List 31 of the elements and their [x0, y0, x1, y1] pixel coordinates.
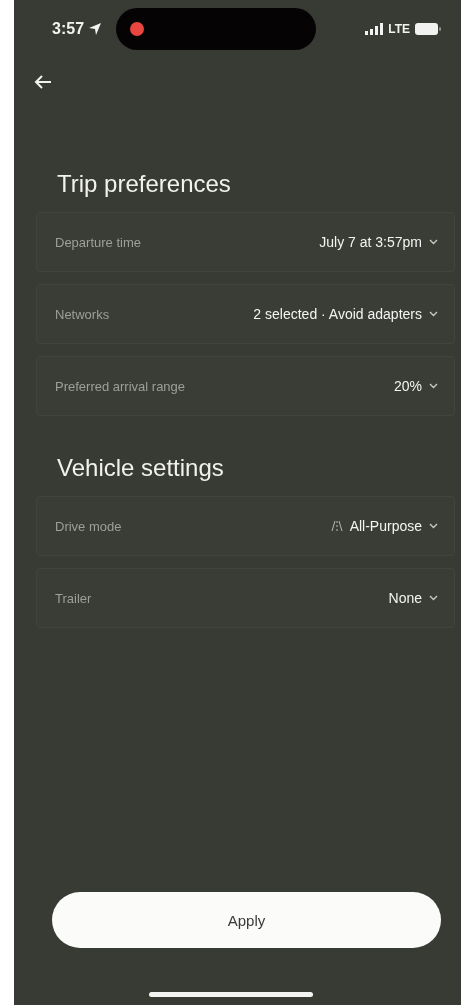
- section-heading: Vehicle settings: [57, 454, 225, 482]
- chevron-down-icon: [429, 311, 438, 317]
- apply-button[interactable]: Apply: [52, 892, 441, 948]
- setting-label: Departure time: [55, 234, 141, 250]
- setting-row[interactable]: Drive mode All-Purpose: [36, 496, 455, 556]
- setting-value: 2 selected · Avoid adapters: [253, 306, 422, 322]
- setting-row[interactable]: Departure time July 7 at 3:57pm: [36, 212, 455, 272]
- signal-icon: [365, 23, 384, 35]
- clock-time: 3:57: [52, 20, 85, 38]
- setting-label: Drive mode: [55, 518, 122, 534]
- setting-value: All-Purpose: [349, 518, 422, 534]
- setting-row[interactable]: Trailer None: [36, 568, 455, 628]
- setting-value: 20%: [393, 378, 422, 394]
- setting-value: None: [388, 590, 422, 606]
- chevron-down-icon: [429, 523, 438, 529]
- setting-value: July 7 at 3:57pm: [319, 234, 422, 250]
- chevron-down-icon: [429, 595, 438, 601]
- location-arrow-icon: [88, 22, 103, 36]
- setting-label: Preferred arrival range: [55, 378, 186, 394]
- battery-icon: [415, 23, 441, 35]
- section-heading: Trip preferences: [57, 170, 232, 198]
- setting-label: Trailer: [55, 590, 92, 606]
- recording-dot-icon: [130, 22, 145, 36]
- setting-row[interactable]: Networks 2 selected · Avoid adapters: [36, 284, 455, 344]
- chevron-down-icon: [429, 239, 438, 245]
- back-arrow-icon[interactable]: [34, 74, 52, 90]
- setting-row[interactable]: Preferred arrival range 20%: [36, 356, 455, 416]
- road-icon: [330, 520, 343, 532]
- setting-label: Networks: [55, 306, 110, 322]
- network-type: LTE: [388, 22, 410, 36]
- chevron-down-icon: [429, 383, 438, 389]
